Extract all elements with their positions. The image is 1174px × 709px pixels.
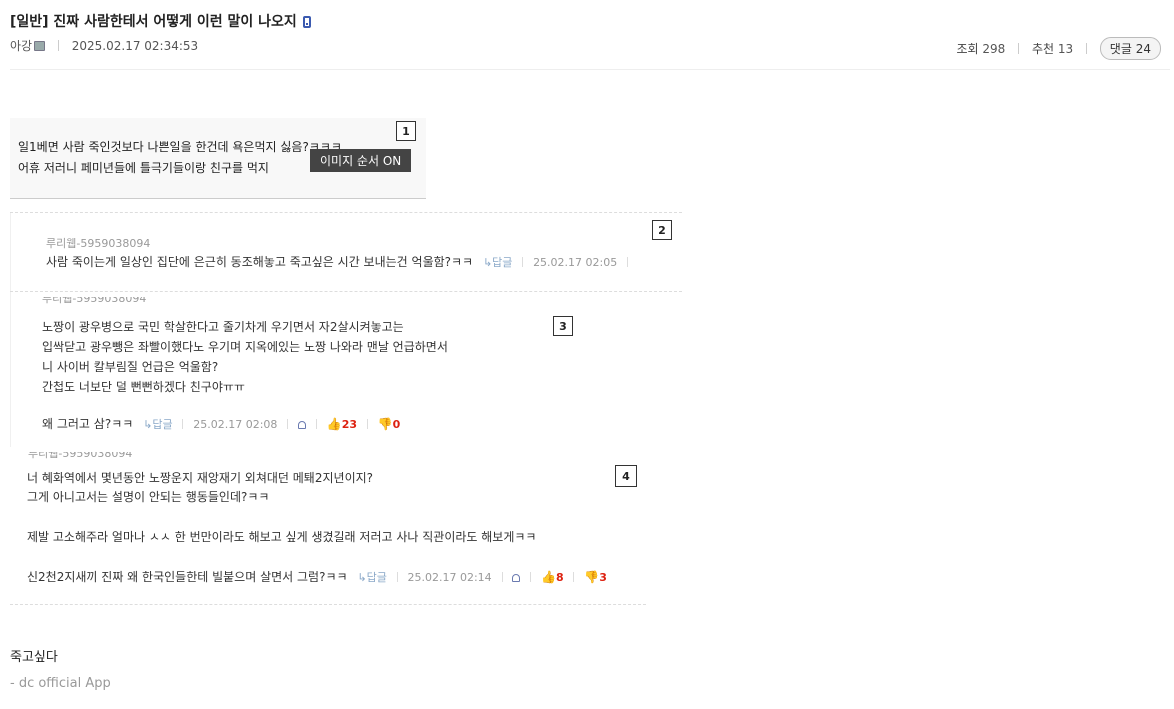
comments-button[interactable]: 댓글 24 [1099,37,1161,60]
divider [627,257,629,267]
post-title-text: [일반] 진짜 사람한테서 어떻게 이런 말이 나오지 [10,14,297,30]
reply-link[interactable]: ↳답글 [357,571,386,584]
comment-line: 그게 아니고서는 설명이 안되는 행동들인데?ㅋㅋ [27,490,270,504]
mobile-icon [302,16,311,28]
comment-line: 간첩도 너보단 덜 뻔뻔하겠다 친구야ㅠㅠ [42,380,245,394]
report-bell-icon[interactable] [298,421,307,429]
divider [1085,43,1087,54]
downvote-count: 3 [599,571,607,584]
thumbs-down-icon[interactable]: 👎 [378,417,393,431]
divider [1018,43,1020,54]
divider [182,419,184,429]
comment-line: 제발 고소해주라 얼마나 ㅅㅅ 한 번만이라도 해보고 싶게 생겼길래 저러고 … [27,530,537,544]
comment-date: 25.02.17 02:14 [407,571,492,584]
comment-nick: 루리웹-5959038094 [28,452,133,460]
divider [315,419,317,429]
divider [10,292,11,447]
thumbs-down-icon[interactable]: 👎 [584,570,599,584]
recommend-label: 추천 [1031,42,1055,56]
header-divider [10,69,1170,70]
thumbs-up-icon[interactable]: 👍 [327,417,342,431]
upvote-count: 23 [341,418,357,431]
reply-link[interactable]: ↳답글 [483,256,512,269]
divider [10,604,646,605]
comment-row: 신2천2지새끼 진짜 왜 한국인들한테 빌붙으며 살면서 그럼?ㅋㅋ ↳답글 2… [27,568,607,585]
views-label: 조회 [956,42,979,56]
report-bell-icon[interactable] [512,574,521,582]
comment-line: 너 혜화역에서 몇년동안 노짱운지 재앙재기 외쳐대던 메퇘2지년이지? [27,471,374,485]
comment-text: 왜 그러고 삼?ㅋㅋ [42,417,134,431]
comment-text: 신2천2지새끼 진짜 왜 한국인들한테 빌붙으며 살면서 그럼?ㅋㅋ [27,570,348,584]
image1-line: 일1베면 사람 죽인것보다 나쁜일을 한건데 욕은먹지 싫음?ㅋㅋㅋ [18,140,342,154]
app-signature: - dc official App [10,676,111,691]
image-number-badge: 4 [615,465,637,487]
image-order-tooltip[interactable]: 이미지 순서 ON [310,149,412,172]
comment-line: 니 사이버 칼부림질 언급은 억울함? [42,360,219,374]
divider [573,572,575,582]
divider [10,213,11,291]
post-meta: 아강 2025.02.17 02:34:53 [10,37,198,54]
divider [501,572,503,582]
image-number-badge: 2 [652,220,672,240]
comment-line [27,507,536,528]
comment-nick: 루리웹-5959038094 [46,237,151,250]
post-stats: 조회 298 추천 13 댓글 24 [956,37,1161,60]
divider [522,257,524,267]
comment-body: 너 혜화역에서 몇년동안 노짱운지 재앙재기 외쳐대던 메퇘2지년이지? 그게 … [27,469,536,568]
post-datetime: 2025.02.17 02:34:53 [71,39,199,53]
divider [366,419,368,429]
fixed-nick-icon [34,41,46,51]
divider [396,572,398,582]
divider [57,40,59,51]
thumbs-up-icon[interactable]: 👍 [541,570,556,584]
divider [10,291,682,292]
comment-row: 왜 그러고 삼?ㅋㅋ ↳답글 25.02.17 02:08 👍23 👎0 [42,415,400,432]
author-name[interactable]: 아강 [10,39,32,53]
comment-line: 입싹닫고 광우뺑은 좌빨이했다노 우기며 지옥에있는 노짱 나와라 맨날 언급하… [42,340,448,354]
comment-body: 노짱이 광우병으로 국민 학살한다고 줄기차게 우기면서 자2살시켜놓고는 입싹… [42,317,448,397]
comment-line: 노짱이 광우병으로 국민 학살한다고 줄기차게 우기면서 자2살시켜놓고는 [42,320,404,334]
downvote-count: 0 [392,418,401,431]
divider [530,572,532,582]
divider [287,419,289,429]
image1-line: 어휴 저러니 페미년들에 틀극기들이랑 친구를 먹지 [18,161,269,175]
comment-date: 25.02.17 02:08 [193,418,278,431]
image-number-badge: 3 [553,316,573,336]
comments-count: 24 [1135,42,1151,56]
reply-link[interactable]: ↳답글 [143,418,172,431]
post-body-text: 죽고싶다 [10,650,58,665]
comment-row: 사람 죽이는게 일상인 집단에 은근히 동조해놓고 죽고싶은 시간 보내는건 억… [46,253,634,270]
comment-nick: 루리웹-5959038094 [42,297,147,305]
image-number-badge: 1 [396,121,416,141]
post-title: [일반] 진짜 사람한테서 어떻게 이런 말이 나오지 [10,11,311,31]
divider [10,212,682,213]
comments-label: 댓글 [1109,42,1132,56]
views-count: 298 [982,42,1006,56]
comment-text: 사람 죽이는게 일상인 집단에 은근히 동조해놓고 죽고싶은 시간 보내는건 억… [46,255,474,269]
comment-line [27,547,536,568]
comment-date: 25.02.17 02:05 [533,256,618,269]
recommend-count: 13 [1057,42,1074,56]
upvote-count: 8 [555,571,564,584]
